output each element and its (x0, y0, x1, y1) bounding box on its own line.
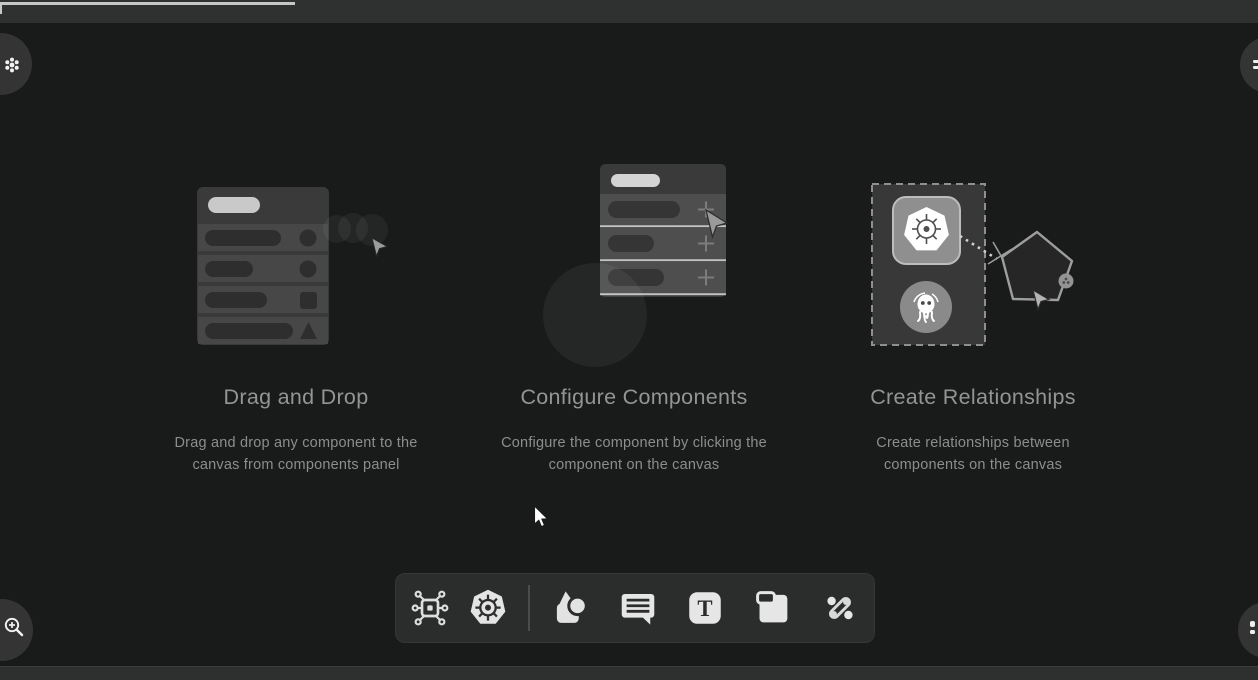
canvas-dock: T (395, 573, 875, 643)
dock-comment-button[interactable] (616, 584, 660, 632)
canvas-tools-button[interactable] (1240, 37, 1258, 93)
onboarding-card-configure: Configure Components Configure the compo… (464, 385, 804, 477)
clipped-icon (1250, 620, 1258, 636)
dock-components-button[interactable] (408, 584, 452, 632)
flower-icon (2, 55, 22, 75)
squid-node-graphic (900, 281, 952, 333)
dock-relationship-button[interactable] (818, 584, 862, 632)
dock-text-button[interactable]: T (683, 584, 727, 632)
card-description: Drag and drop any component to the canva… (155, 432, 437, 477)
relationship-illustration (860, 176, 1092, 364)
clipped-icon (1253, 58, 1258, 72)
comment-icon (617, 587, 659, 629)
card-description: Create relationships between components … (860, 432, 1086, 477)
help-button[interactable] (1238, 602, 1258, 658)
pentagon-node-graphic (1002, 232, 1074, 300)
kubernetes-icon (467, 587, 509, 629)
card-title: Create Relationships (803, 385, 1143, 410)
kubernetes-node-graphic (893, 197, 960, 264)
dock-shapes-button[interactable] (548, 584, 592, 632)
dock-note-button[interactable] (751, 584, 795, 632)
card-title: Drag and Drop (126, 385, 466, 410)
link-icon (819, 587, 861, 629)
shapes-icon (549, 587, 591, 629)
progress-tick (0, 2, 2, 14)
mouse-cursor (533, 505, 551, 531)
chip-icon (410, 588, 450, 628)
bottom-bar (0, 666, 1258, 680)
onboarding-card-drag-drop: Drag and Drop Drag and drop any componen… (126, 385, 466, 477)
progress-line (2, 2, 295, 5)
zoom-in-button[interactable] (0, 599, 33, 661)
text-icon: T (684, 587, 726, 629)
top-bar (0, 0, 1258, 23)
onboarding-card-relationships: Create Relationships Create relationship… (803, 385, 1143, 477)
click-ripple (543, 263, 647, 367)
zoom-in-icon (2, 615, 27, 640)
configure-illustration (540, 158, 742, 372)
dock-kubernetes-button[interactable] (467, 584, 511, 632)
note-icon (752, 587, 794, 629)
card-title: Configure Components (464, 385, 804, 410)
card-description: Configure the component by clicking the … (493, 432, 775, 477)
svg-text:T: T (698, 596, 713, 621)
canvas-menu-button[interactable] (0, 33, 32, 95)
dock-divider (528, 585, 530, 631)
drag-drop-illustration (190, 183, 402, 359)
